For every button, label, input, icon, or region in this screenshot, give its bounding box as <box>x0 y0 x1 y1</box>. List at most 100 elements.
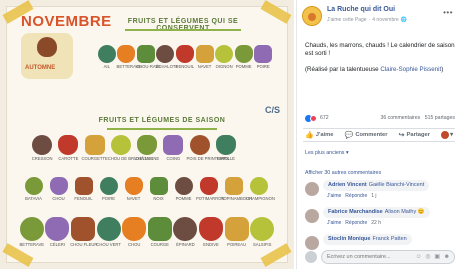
comment-sort-dropdown[interactable]: Les plus anciens ▾ <box>305 150 349 156</box>
page-name-link[interactable]: La Ruche qui dit Oui <box>327 6 395 13</box>
produce-item: FENOUIL <box>175 45 195 69</box>
produce-illustration-icon <box>137 135 158 155</box>
produce-illustration-icon <box>24 177 43 195</box>
produce-illustration-icon <box>175 45 194 63</box>
commenter-avatar[interactable] <box>305 236 319 250</box>
produce-label: CÉLERI <box>49 242 65 247</box>
comment-tag[interactable]: Gaëlle Bianchi-Vincent <box>369 182 425 188</box>
produce-item: POMME <box>171 177 196 201</box>
show-more-comments-link[interactable]: Afficher 30 autres commentaires <box>305 170 381 176</box>
comment-tag[interactable]: Alison Mathy 😊 <box>385 209 425 215</box>
produce-item: POIRE <box>96 177 121 201</box>
commenter-avatar[interactable] <box>305 182 319 196</box>
like-label: J'aime <box>315 132 334 138</box>
produce-label: SALSIFIS <box>252 242 272 247</box>
comment-like-link[interactable]: J'aime <box>327 220 341 226</box>
produce-illustration-icon <box>234 45 253 63</box>
produce-item: POMME <box>234 45 254 69</box>
page-avatar[interactable] <box>302 6 322 26</box>
produce-illustration-icon <box>224 177 243 195</box>
comment-reply-link[interactable]: Répondre <box>345 220 367 226</box>
produce-item: CRESSON <box>29 135 55 161</box>
produce-illustration-icon <box>173 217 198 241</box>
produce-illustration-icon <box>49 177 68 195</box>
comment-time[interactable]: 1 j <box>371 193 376 199</box>
comment-actions: J'aime Répondre 22 h <box>327 220 385 226</box>
divider <box>107 128 217 130</box>
produce-illustration-icon <box>163 135 184 155</box>
produce-illustration-icon <box>174 177 193 195</box>
produce-item: FENOUIL <box>71 177 96 201</box>
comments-count[interactable]: 36 commentaires <box>380 115 420 121</box>
produce-illustration-icon <box>250 217 275 241</box>
produce-label: CHÂTAIGNE <box>135 156 160 161</box>
produce-illustration-icon <box>156 45 175 63</box>
produce-item: COURGETTE <box>82 135 108 161</box>
facebook-post: La Ruche qui dit Oui J'aime cette Page · 4… <box>296 0 458 269</box>
produce-label: CHOU <box>128 242 141 247</box>
comment-button[interactable]: 💬 Commenter <box>345 131 388 139</box>
credit-suffix: ) <box>441 66 444 73</box>
produce-label: CAROTTE <box>58 156 79 161</box>
produce-label: BATAVIA <box>25 196 42 201</box>
produce-label: CHOU VERT <box>96 242 121 247</box>
share-button[interactable]: ↪ Partager <box>399 131 430 139</box>
more-dots-icon[interactable]: ••• <box>443 8 453 17</box>
produce-item: BETTERAVE <box>117 45 141 69</box>
produce-label: CRESSON <box>31 156 53 161</box>
reactions-summary[interactable]: 672 36 commentaires 515 partages <box>305 114 455 124</box>
comment-bubble: Adrien Vincent Gaëlle Bianchi-Vincent <box>323 180 430 191</box>
comment-author[interactable]: Stoclin Monique <box>328 236 370 242</box>
emoji-icon[interactable]: ☺ ◎ ▣ ☻ <box>416 253 451 260</box>
comment-author[interactable]: Adrien Vincent <box>328 182 367 188</box>
produce-illustration-icon <box>97 45 116 63</box>
produce-illustration-icon <box>96 217 121 241</box>
post-date[interactable]: 4 novembre <box>372 17 398 23</box>
produce-item: CHOU <box>121 217 147 247</box>
produce-item: COING <box>160 135 186 161</box>
produce-label: OIGNON <box>215 64 233 69</box>
reaction-count[interactable]: 672 <box>320 115 329 121</box>
produce-item: ENDIVE <box>198 217 224 247</box>
produce-item: BATAVIA <box>21 177 46 201</box>
commenter-avatar[interactable] <box>305 209 319 223</box>
produce-item: CHAMPIGNON <box>246 177 275 201</box>
produce-illustration-icon <box>99 177 118 195</box>
chestnut-icon <box>37 37 57 57</box>
produce-illustration-icon <box>254 45 273 63</box>
credit-link[interactable]: Claire-Sophie Pissenit <box>380 66 441 73</box>
beehive-logo-icon <box>308 13 316 21</box>
like-page-link[interactable]: J'aime cette Page <box>327 17 367 23</box>
seasonal-calendar-poster: NOVEMBRE AUTOMNE FRUITS ET LÉGUMES QUI S… <box>2 0 292 267</box>
produce-label: COURGE <box>150 242 169 247</box>
comment-author[interactable]: Fabrice Marchandise <box>328 209 383 215</box>
audience-selector[interactable]: ▾ <box>441 131 453 139</box>
produce-item: SALSIFIS <box>249 217 275 247</box>
produce-illustration-icon <box>215 135 236 155</box>
comment-time[interactable]: 22 h <box>371 220 381 226</box>
produce-label: COURGETTE <box>81 156 108 161</box>
produce-illustration-icon <box>224 217 249 241</box>
produce-label: ÉPINARD <box>176 242 195 247</box>
produce-item: AIL <box>97 45 117 69</box>
comment-item: Fabrice Marchandise Alison Mathy 😊 J'aime… <box>305 207 455 231</box>
produce-illustration-icon <box>249 177 268 195</box>
produce-item: ÉPINARD <box>173 217 199 247</box>
viewer-avatar <box>305 251 317 263</box>
post-action-bar: 👍 J'aime 💬 Commenter ↪ Partager ▾ <box>303 128 455 142</box>
produce-illustration-icon <box>19 217 44 241</box>
share-label: Partager <box>406 132 431 138</box>
comment-reply-link[interactable]: Répondre <box>345 193 367 199</box>
produce-illustration-icon <box>189 135 210 155</box>
comment-tag[interactable]: Franck Patten <box>372 236 406 242</box>
post-image[interactable]: NOVEMBRE AUTOMNE FRUITS ET LÉGUMES QUI S… <box>0 0 294 269</box>
produce-illustration-icon <box>136 45 155 63</box>
comment-like-link[interactable]: J'aime <box>327 193 341 199</box>
like-button[interactable]: 👍 J'aime <box>305 131 334 139</box>
shares-count[interactable]: 515 partages <box>425 115 455 121</box>
comment-item: Adrien Vincent Gaëlle Bianchi-Vincent J'a… <box>305 180 455 204</box>
post-text-line: Chauds, les marrons, chauds ! Le calendr… <box>305 42 455 57</box>
produce-label: CHOU FLEUR <box>70 242 98 247</box>
produce-item: ÉCHALOTE <box>156 45 178 69</box>
produce-illustration-icon <box>58 135 79 155</box>
